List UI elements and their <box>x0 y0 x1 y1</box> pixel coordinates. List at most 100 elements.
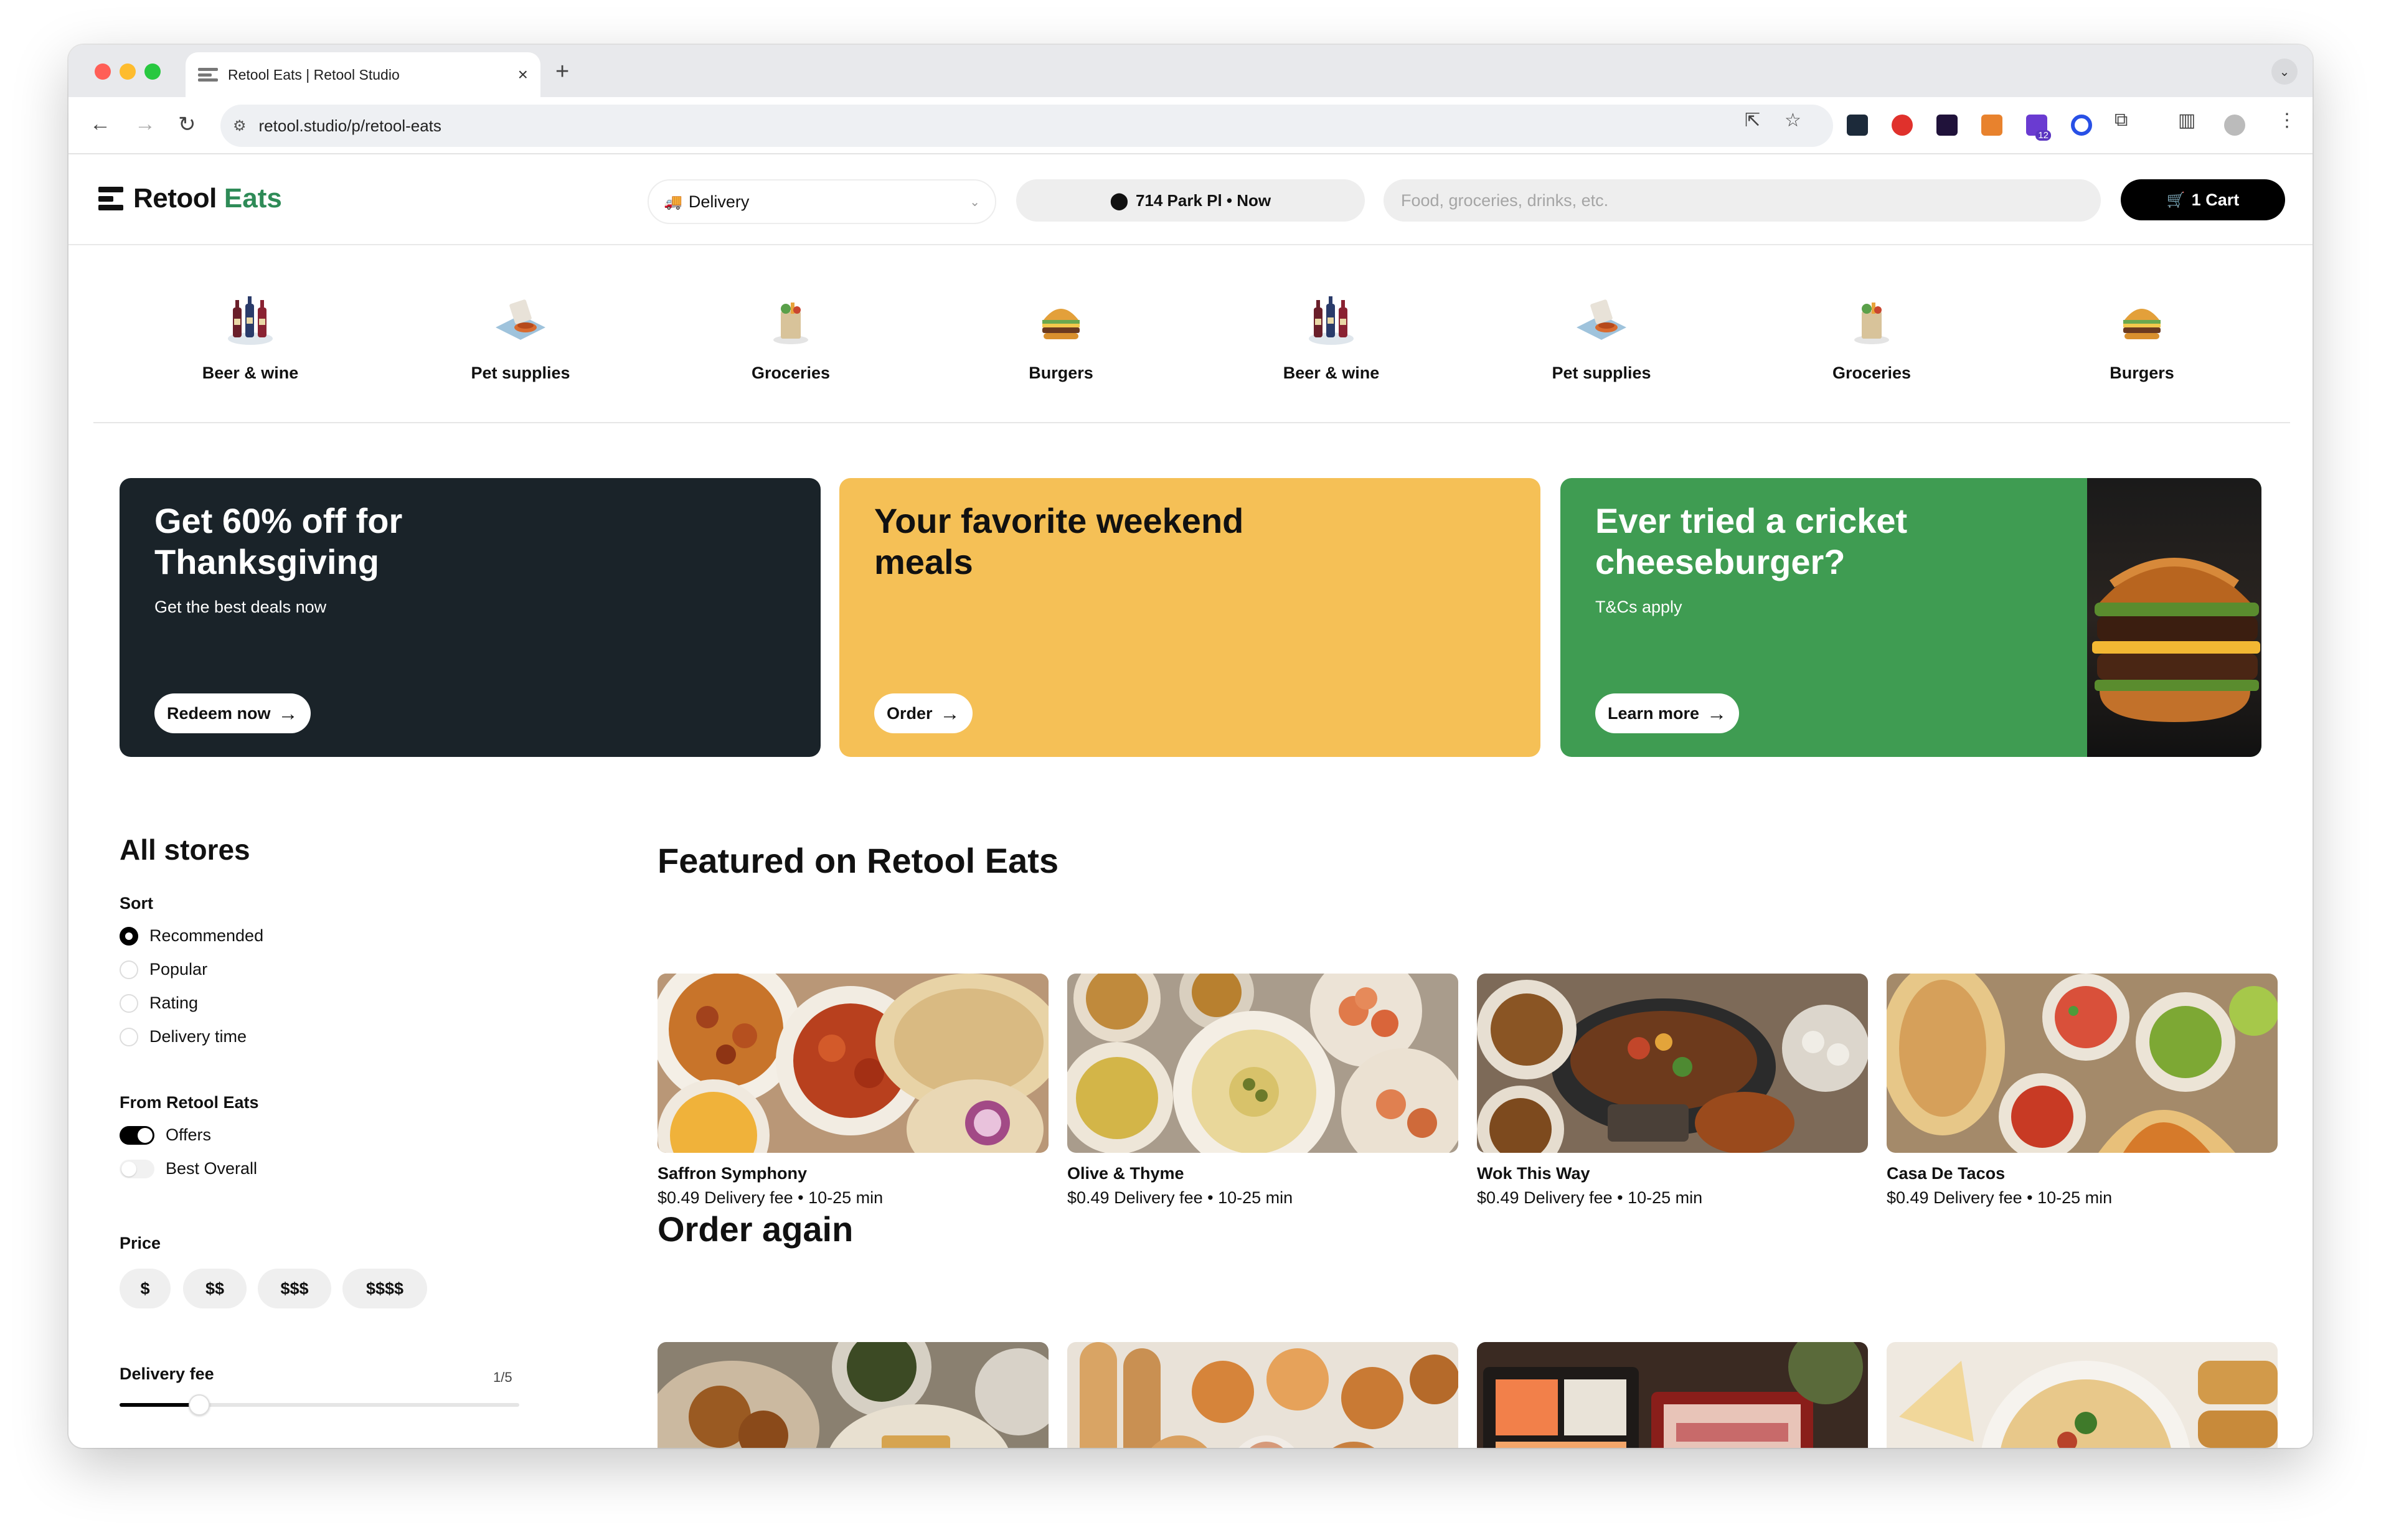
open-external-icon[interactable]: ⇱ <box>1745 110 1760 131</box>
delivery-fee-slider[interactable] <box>120 1394 519 1416</box>
promo-card-thanksgiving[interactable]: Get 60% off for Thanksgiving Get the bes… <box>120 478 821 757</box>
close-window-button[interactable] <box>95 63 111 80</box>
browser-menu-icon[interactable]: ⋮ <box>2278 110 2296 131</box>
forward-icon[interactable]: → <box>134 112 156 136</box>
browser-tab[interactable]: Retool Eats | Retool Studio × <box>186 52 540 97</box>
price-option-label: $$ <box>205 1279 225 1298</box>
extension-dark-icon[interactable] <box>1936 115 1958 136</box>
minimize-window-button[interactable] <box>120 63 136 80</box>
delivery-mode-select[interactable]: 🚚 Delivery ⌄ <box>648 179 996 224</box>
order-again-title: Order again <box>658 1209 854 1249</box>
offers-toggle[interactable]: Offers <box>120 1125 211 1145</box>
best-overall-toggle[interactable]: Best Overall <box>120 1159 257 1178</box>
promo-subtitle: T&Cs apply <box>1595 598 1682 616</box>
sort-option-popular[interactable]: Popular <box>120 960 207 979</box>
order-again-card[interactable] <box>1887 1342 2278 1448</box>
store-card-olive-thyme[interactable]: Olive & Thyme $0.49 Delivery fee • 10-25… <box>1067 974 1458 1208</box>
category-label: Groceries <box>751 364 831 382</box>
category-beer-wine[interactable]: Beer & wine <box>1238 289 1425 383</box>
cta-label: Learn more <box>1608 703 1700 723</box>
learn-more-button[interactable]: Learn more → <box>1595 693 1740 733</box>
category-label: Burgers <box>1029 364 1093 382</box>
toggle-label: Best Overall <box>166 1159 258 1178</box>
toggle-on-icon <box>120 1125 154 1145</box>
category-groceries[interactable]: Groceries <box>697 289 884 383</box>
promo-card-weekend[interactable]: Your favorite weekend meals Order → <box>839 478 1540 757</box>
search-input[interactable] <box>1384 179 2101 222</box>
bookmark-star-icon[interactable]: ☆ <box>1785 110 1801 131</box>
location-button[interactable]: ⬤ 714 Park Pl • Now <box>1016 179 1365 222</box>
price-option-3[interactable]: $$$ <box>258 1269 331 1308</box>
category-beer-wine[interactable]: Beer & wine <box>157 289 344 383</box>
category-burgers[interactable]: Burgers <box>968 289 1154 383</box>
back-icon[interactable]: ← <box>90 112 111 136</box>
redeem-now-button[interactable]: Redeem now → <box>154 693 311 733</box>
store-card-saffron-symphony[interactable]: Saffron Symphony $0.49 Delivery fee • 10… <box>658 974 1049 1208</box>
store-name: Casa De Tacos <box>1887 1164 2006 1183</box>
chevron-down-icon: ⌄ <box>969 195 980 209</box>
extension-red-icon[interactable] <box>1892 115 1913 136</box>
new-tab-icon[interactable]: + <box>555 59 569 85</box>
store-photo <box>658 974 1049 1153</box>
store-card-casa-de-tacos[interactable]: Casa De Tacos $0.49 Delivery fee • 10-25… <box>1887 974 2278 1208</box>
price-label: Price <box>120 1234 161 1252</box>
category-pet-supplies[interactable]: Pet supplies <box>1508 289 1695 383</box>
category-burgers[interactable]: Burgers <box>2049 289 2235 383</box>
extension-badge-count: 12 <box>2035 130 2051 141</box>
sort-option-label: Popular <box>149 960 208 979</box>
site-settings-icon[interactable]: ⚙ <box>233 117 247 135</box>
radio-selected-icon <box>120 926 138 946</box>
store-photo <box>658 1342 1049 1448</box>
store-meta: $0.49 Delivery fee • 10-25 min <box>658 1188 884 1207</box>
extension-badge-icon[interactable]: 12 <box>2026 115 2051 141</box>
promo-title: Your favorite weekend meals <box>874 501 1244 581</box>
extension-circle-icon[interactable] <box>2071 115 2092 136</box>
reload-icon[interactable]: ↻ <box>178 112 196 137</box>
radio-icon <box>120 993 138 1013</box>
price-option-4[interactable]: $$$$ <box>342 1269 427 1308</box>
extension-fox-icon[interactable] <box>1981 115 2002 136</box>
sort-option-delivery-time[interactable]: Delivery time <box>120 1027 247 1046</box>
url-text: retool.studio/p/retool-eats <box>258 116 441 135</box>
page-content: Retool Eats 🚚 Delivery ⌄ ⬤ 714 Park Pl •… <box>68 154 2313 1448</box>
pet-bowl-icon <box>489 289 552 351</box>
arrow-right-icon: → <box>278 702 298 725</box>
browser-titlebar: Retool Eats | Retool Studio × + ⌄ <box>68 45 2313 97</box>
app-logo[interactable]: Retool Eats <box>98 183 282 214</box>
extensions-puzzle-icon[interactable]: ⧉ <box>2115 110 2128 131</box>
order-button[interactable]: Order → <box>874 693 973 733</box>
category-pet-supplies[interactable]: Pet supplies <box>427 289 614 383</box>
slider-fill <box>120 1403 200 1407</box>
order-again-card[interactable] <box>658 1342 1049 1448</box>
maximize-window-button[interactable] <box>144 63 161 80</box>
close-tab-icon[interactable]: × <box>518 65 528 85</box>
price-option-label: $$$ <box>280 1279 309 1298</box>
store-card-wok-this-way[interactable]: Wok This Way $0.49 Delivery fee • 10-25 … <box>1477 974 1868 1208</box>
sort-option-label: Delivery time <box>149 1027 247 1046</box>
retool-logo-icon <box>98 187 123 210</box>
cart-icon: 🛒 <box>2166 191 2185 209</box>
toggle-off-icon <box>120 1159 154 1178</box>
cta-label: Order <box>887 703 933 723</box>
burger-photo <box>2087 478 2261 757</box>
side-panel-icon[interactable]: ▥ <box>2178 110 2195 131</box>
profile-avatar-icon[interactable] <box>2224 115 2245 136</box>
order-again-card[interactable] <box>1477 1342 1868 1448</box>
price-option-2[interactable]: $$ <box>183 1269 247 1308</box>
from-retool-eats-label: From Retool Eats <box>120 1093 259 1112</box>
sort-option-recommended[interactable]: Recommended <box>120 926 263 946</box>
promo-card-cricket[interactable]: Ever tried a cricket cheeseburger? T&Cs … <box>1560 478 2261 757</box>
tab-search-icon[interactable]: ⌄ <box>2271 59 2298 85</box>
category-strip: Beer & wine Pet supplies Groceries Burge… <box>93 245 2290 423</box>
extension-react-icon[interactable] <box>1847 115 1868 136</box>
wine-bottles-icon <box>219 289 281 351</box>
price-option-1[interactable]: $ <box>120 1269 171 1308</box>
slider-handle[interactable] <box>189 1394 210 1416</box>
sort-option-rating[interactable]: Rating <box>120 993 198 1013</box>
category-groceries[interactable]: Groceries <box>1778 289 1965 383</box>
sort-option-label: Rating <box>149 993 199 1012</box>
order-again-card[interactable] <box>1067 1342 1458 1448</box>
address-bar[interactable]: ⚙ retool.studio/p/retool-eats <box>220 105 1833 147</box>
cart-label: 1 Cart <box>2191 190 2240 209</box>
cart-button[interactable]: 🛒 1 Cart <box>2121 179 2285 220</box>
